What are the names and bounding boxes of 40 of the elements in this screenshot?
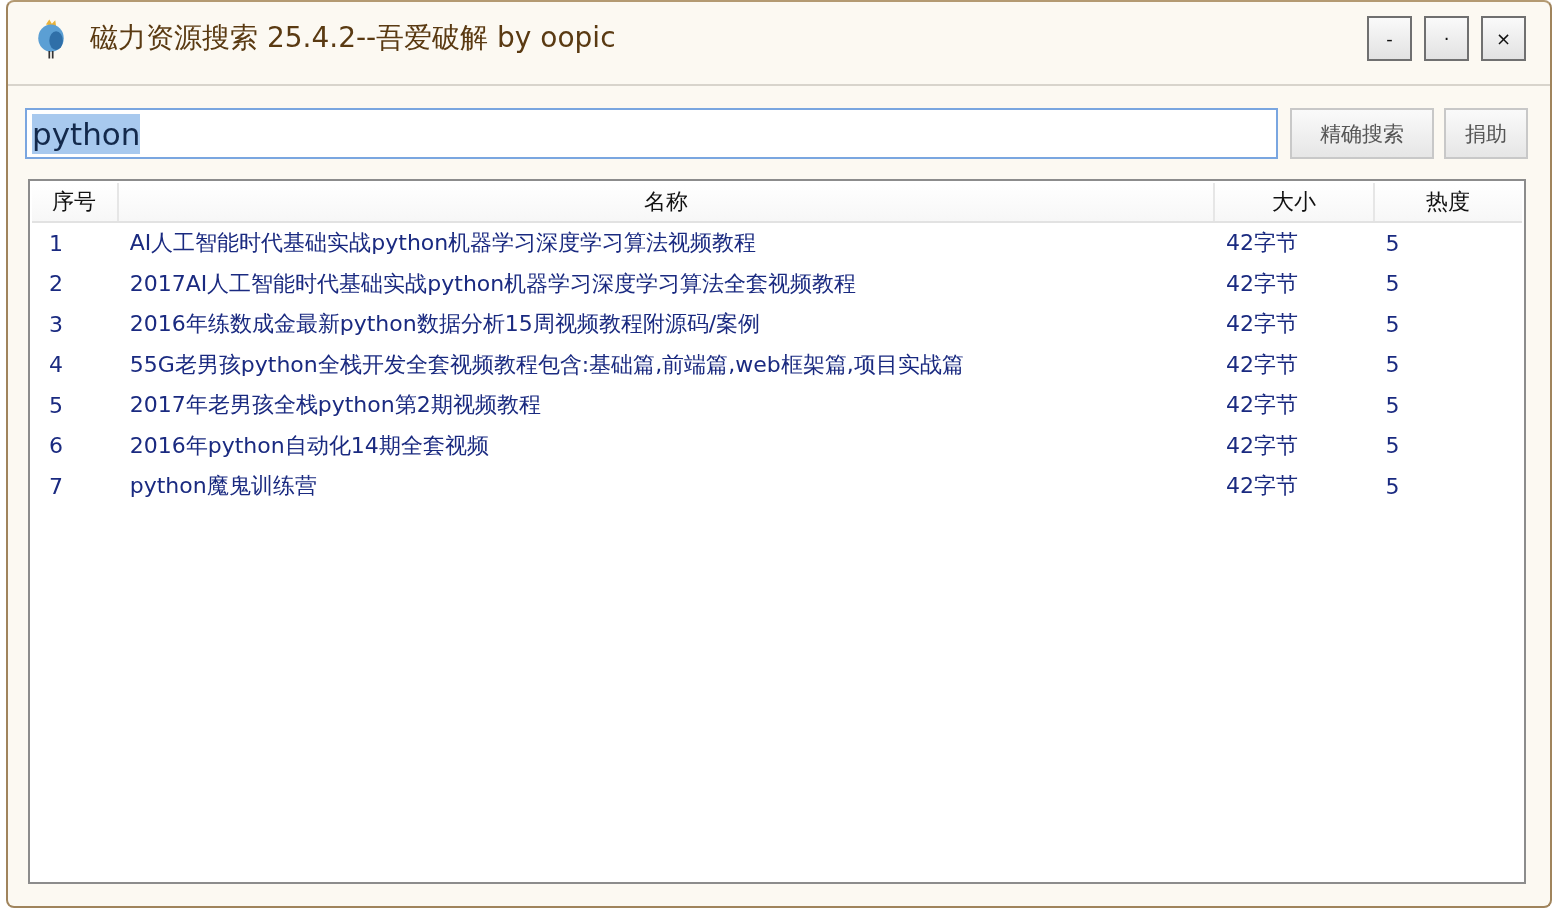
exact-search-button[interactable]: 精确搜索 bbox=[1290, 108, 1434, 159]
table-cell: 42字节 bbox=[1226, 270, 1298, 296]
column-header[interactable]: 序号 bbox=[32, 183, 119, 221]
table-cell: 42字节 bbox=[1226, 311, 1298, 337]
table-cell: 7 bbox=[49, 473, 63, 499]
table-cell: 5 bbox=[1385, 392, 1400, 418]
maximize-button[interactable]: · bbox=[1424, 15, 1469, 61]
table-cell: 5 bbox=[1385, 271, 1400, 297]
table-cell: 5 bbox=[49, 392, 63, 418]
search-text: python bbox=[32, 113, 141, 154]
column-header[interactable]: 大小 bbox=[1215, 183, 1375, 221]
table-cell: 2016年python自动化14期全套视频 bbox=[129, 432, 489, 458]
table-cell: 3 bbox=[49, 311, 63, 337]
table-cell: 5 bbox=[1385, 311, 1400, 337]
donate-button[interactable]: 捐助 bbox=[1444, 108, 1528, 159]
table-cell: 42字节 bbox=[1226, 392, 1298, 418]
minimize-button[interactable]: - bbox=[1367, 15, 1412, 61]
column-header[interactable]: 名称 bbox=[118, 183, 1216, 221]
table-cell: 2017年老男孩全栈python第2期视频教程 bbox=[129, 392, 541, 418]
close-button[interactable]: × bbox=[1481, 15, 1526, 61]
table-cell: 1 bbox=[49, 230, 63, 256]
table-cell: 2016年练数成金最新python数据分析15周视频教程附源码/案例 bbox=[129, 311, 761, 337]
table-cell: AI人工智能时代基础实战python机器学习深度学习算法视频教程 bbox=[129, 230, 757, 256]
table-cell: 2 bbox=[49, 271, 63, 297]
table-cell: 5 bbox=[1385, 473, 1400, 499]
table-cell: 42字节 bbox=[1226, 351, 1298, 377]
table-cell: 2017AI人工智能时代基础实战python机器学习深度学习算法全套视频教程 bbox=[129, 270, 857, 296]
table-cell: python魔鬼训练营 bbox=[129, 473, 317, 499]
table-cell: 55G老男孩python全栈开发全套视频教程包含:基础篇,前端篇,web框架篇,项目实战篇 bbox=[129, 351, 964, 377]
table-cell: 5 bbox=[1385, 352, 1400, 378]
search-field[interactable]: python bbox=[25, 108, 1278, 159]
table-cell: 42字节 bbox=[1226, 230, 1298, 256]
column-header[interactable]: 热度 bbox=[1374, 183, 1522, 221]
table-cell: 42字节 bbox=[1226, 473, 1298, 499]
table-cell: 5 bbox=[1385, 433, 1400, 459]
table-cell: 42字节 bbox=[1226, 432, 1298, 458]
table-cell: 6 bbox=[49, 433, 63, 459]
table-cell: 4 bbox=[49, 352, 63, 378]
window-title: 磁力资源搜索 25.4.2--吾爱破解 by oopic bbox=[90, 20, 616, 56]
table-cell: 5 bbox=[1385, 230, 1400, 256]
